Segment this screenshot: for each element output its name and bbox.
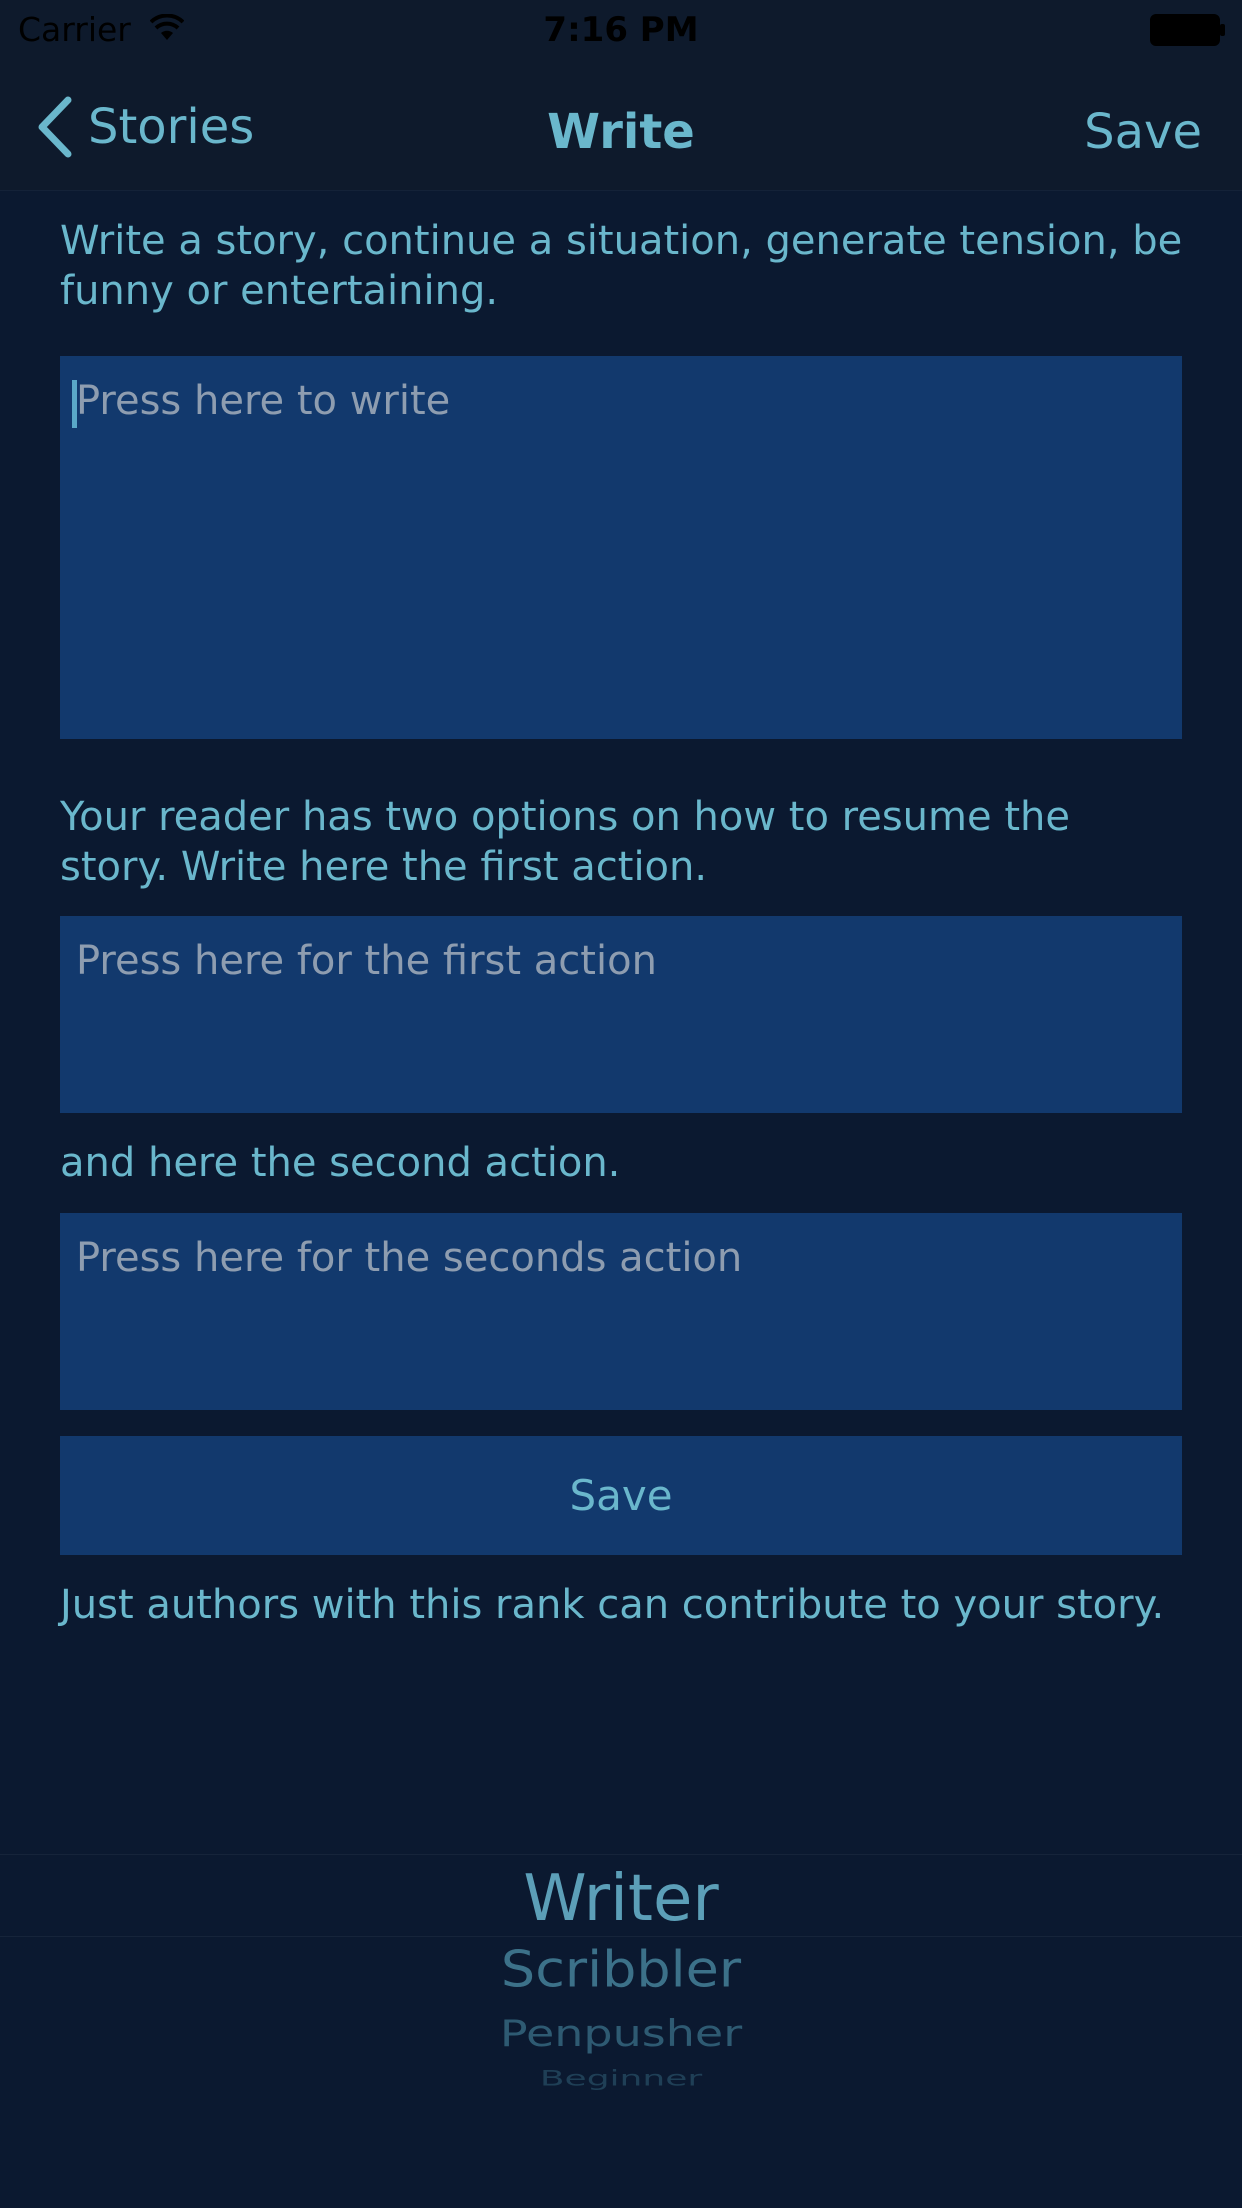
picker-selection-line-top xyxy=(0,1854,1242,1855)
save-button[interactable]: Save xyxy=(60,1436,1182,1555)
picker-option-writer[interactable]: Writer xyxy=(0,1862,1242,1936)
picker-selection-line-bottom xyxy=(0,1936,1242,1937)
text-cursor xyxy=(72,380,77,428)
options-text: Your reader has two options on how to re… xyxy=(60,794,1070,890)
status-bar: Carrier 7:16 PM xyxy=(0,0,1242,62)
second-action-placeholder: Press here for the seconds action xyxy=(76,1235,743,1281)
second-action-field[interactable]: Press here for the seconds action xyxy=(60,1213,1182,1410)
battery-icon xyxy=(1150,14,1225,46)
second-action-text: and here the second action. xyxy=(60,1140,621,1186)
picker-option-beginner[interactable]: Beginner xyxy=(0,2066,1242,2091)
picker-option-scribbler[interactable]: Scribbler xyxy=(0,1941,1242,1999)
first-action-placeholder: Press here for the first action xyxy=(76,938,657,984)
nav-save-button[interactable]: Save xyxy=(1084,104,1202,160)
rank-text: Just authors with this rank can contribu… xyxy=(60,1582,1165,1628)
picker-option-penpusher[interactable]: Penpusher xyxy=(0,2011,1242,2054)
status-time: 7:16 PM xyxy=(543,10,699,50)
rank-picker[interactable]: Writer Scribbler Penpusher Beginner xyxy=(0,1830,1242,2110)
first-action-field[interactable]: Press here for the first action xyxy=(60,916,1182,1113)
navigation-bar: Stories Write Save xyxy=(0,62,1242,191)
story-textarea[interactable]: Press here to write xyxy=(60,356,1182,739)
story-placeholder: Press here to write xyxy=(76,378,451,424)
page-title: Write xyxy=(547,104,695,160)
intro-text: Write a story, continue a situation, gen… xyxy=(60,218,1183,314)
